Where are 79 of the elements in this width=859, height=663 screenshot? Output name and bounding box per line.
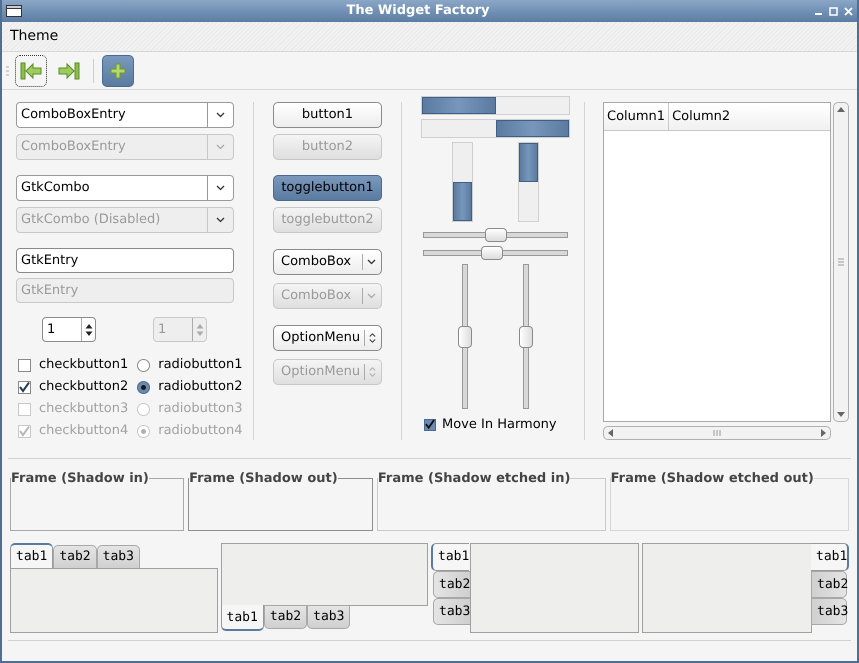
checkbox-label: checkbutton1 bbox=[39, 356, 128, 374]
toolbar-button[interactable] bbox=[102, 54, 134, 86]
close-icon[interactable] bbox=[844, 6, 853, 16]
window-icon bbox=[6, 5, 22, 17]
checkbox[interactable] bbox=[424, 418, 436, 431]
combo-box[interactable]: ComboBox bbox=[273, 249, 382, 275]
arrow-to-start-icon bbox=[20, 60, 42, 80]
window-title: The Widget Factory bbox=[345, 2, 491, 20]
combo-box-entry[interactable]: ComboBoxEntry bbox=[16, 102, 234, 128]
scroll-right-icon[interactable] bbox=[821, 429, 827, 437]
slider-thumb[interactable] bbox=[484, 228, 506, 242]
tab[interactable]: tab1 bbox=[220, 605, 264, 631]
tab[interactable]: tab1 bbox=[10, 543, 54, 569]
up-down-chevron-icon bbox=[369, 331, 376, 345]
checkbox[interactable] bbox=[18, 358, 31, 372]
arrow-to-end-icon bbox=[58, 60, 80, 80]
slider[interactable] bbox=[458, 264, 472, 409]
tab[interactable]: tab2 bbox=[811, 571, 847, 598]
slider[interactable] bbox=[518, 264, 533, 409]
checkbox[interactable] bbox=[18, 380, 31, 394]
check-icon bbox=[19, 426, 30, 436]
plus-icon bbox=[110, 62, 126, 78]
check-icon bbox=[425, 419, 435, 430]
column-header[interactable]: Column1 bbox=[604, 103, 670, 130]
grip-icon bbox=[713, 429, 721, 437]
tab[interactable]: tab3 bbox=[811, 598, 847, 625]
tab[interactable]: tab3 bbox=[433, 598, 471, 625]
vertical-scrollbar[interactable] bbox=[833, 102, 849, 422]
chevron-down-icon bbox=[216, 112, 225, 118]
slider[interactable] bbox=[423, 228, 568, 242]
radio-label: radiobutton3 bbox=[158, 400, 242, 418]
column-header[interactable]: Column2 bbox=[669, 103, 830, 130]
slider[interactable] bbox=[423, 246, 568, 260]
slider-thumb[interactable] bbox=[480, 246, 503, 260]
chevron-down-icon bbox=[216, 144, 225, 150]
chevron-down-icon bbox=[216, 217, 225, 223]
up-down-arrow-icon bbox=[196, 322, 204, 336]
spin-button[interactable]: 1 bbox=[42, 317, 96, 342]
combo-box-entry[interactable]: GtkCombo bbox=[16, 175, 234, 201]
horizontal-scrollbar[interactable] bbox=[603, 426, 831, 440]
radio-label: radiobutton4 bbox=[158, 422, 242, 440]
checkbox-label: checkbutton4 bbox=[39, 422, 128, 440]
radio-button[interactable] bbox=[137, 358, 150, 372]
tab[interactable]: tab1 bbox=[811, 543, 849, 571]
slider-thumb[interactable] bbox=[458, 326, 472, 348]
frame-label: Frame (Shadow in) bbox=[11, 470, 149, 488]
radio-label: radiobutton1 bbox=[158, 356, 242, 374]
tab[interactable]: tab3 bbox=[307, 605, 350, 629]
scroll-down-icon[interactable] bbox=[837, 412, 845, 418]
chevron-down-icon bbox=[216, 185, 225, 191]
frame-label: Frame (Shadow etched out) bbox=[610, 470, 814, 488]
tab[interactable]: tab2 bbox=[53, 545, 97, 569]
tab[interactable]: tab3 bbox=[96, 545, 140, 569]
push-button[interactable]: button1 bbox=[273, 102, 382, 128]
frame-label: Frame (Shadow out) bbox=[189, 470, 338, 488]
frame-label: Frame (Shadow etched in) bbox=[378, 470, 570, 488]
text-field[interactable]: GtkEntry bbox=[16, 248, 234, 273]
checkbox-label: checkbutton3 bbox=[39, 400, 128, 418]
tab[interactable]: tab1 bbox=[431, 543, 469, 571]
tab[interactable]: tab2 bbox=[264, 605, 308, 629]
checkbox-label: Move In Harmony bbox=[442, 416, 557, 434]
up-down-arrow-icon bbox=[84, 322, 92, 336]
tab[interactable]: tab2 bbox=[433, 571, 471, 598]
chevron-down-icon bbox=[367, 293, 376, 299]
radio-button[interactable] bbox=[137, 380, 150, 394]
menu-item[interactable]: Theme bbox=[10, 26, 58, 47]
check-icon bbox=[19, 382, 30, 392]
slider-thumb[interactable] bbox=[518, 326, 533, 348]
maximize-icon[interactable] bbox=[829, 6, 838, 16]
option-menu[interactable]: OptionMenu bbox=[273, 325, 382, 351]
toggle-button[interactable]: togglebutton1 bbox=[273, 175, 382, 201]
toolbar-button[interactable] bbox=[15, 54, 47, 86]
scroll-up-icon[interactable] bbox=[837, 106, 845, 112]
chevron-down-icon bbox=[367, 259, 376, 265]
checkbox-label: checkbutton2 bbox=[39, 378, 128, 396]
grip-icon bbox=[837, 258, 845, 266]
scroll-left-icon[interactable] bbox=[607, 429, 613, 437]
up-down-chevron-icon bbox=[369, 365, 376, 379]
radio-label: radiobutton2 bbox=[158, 378, 242, 396]
